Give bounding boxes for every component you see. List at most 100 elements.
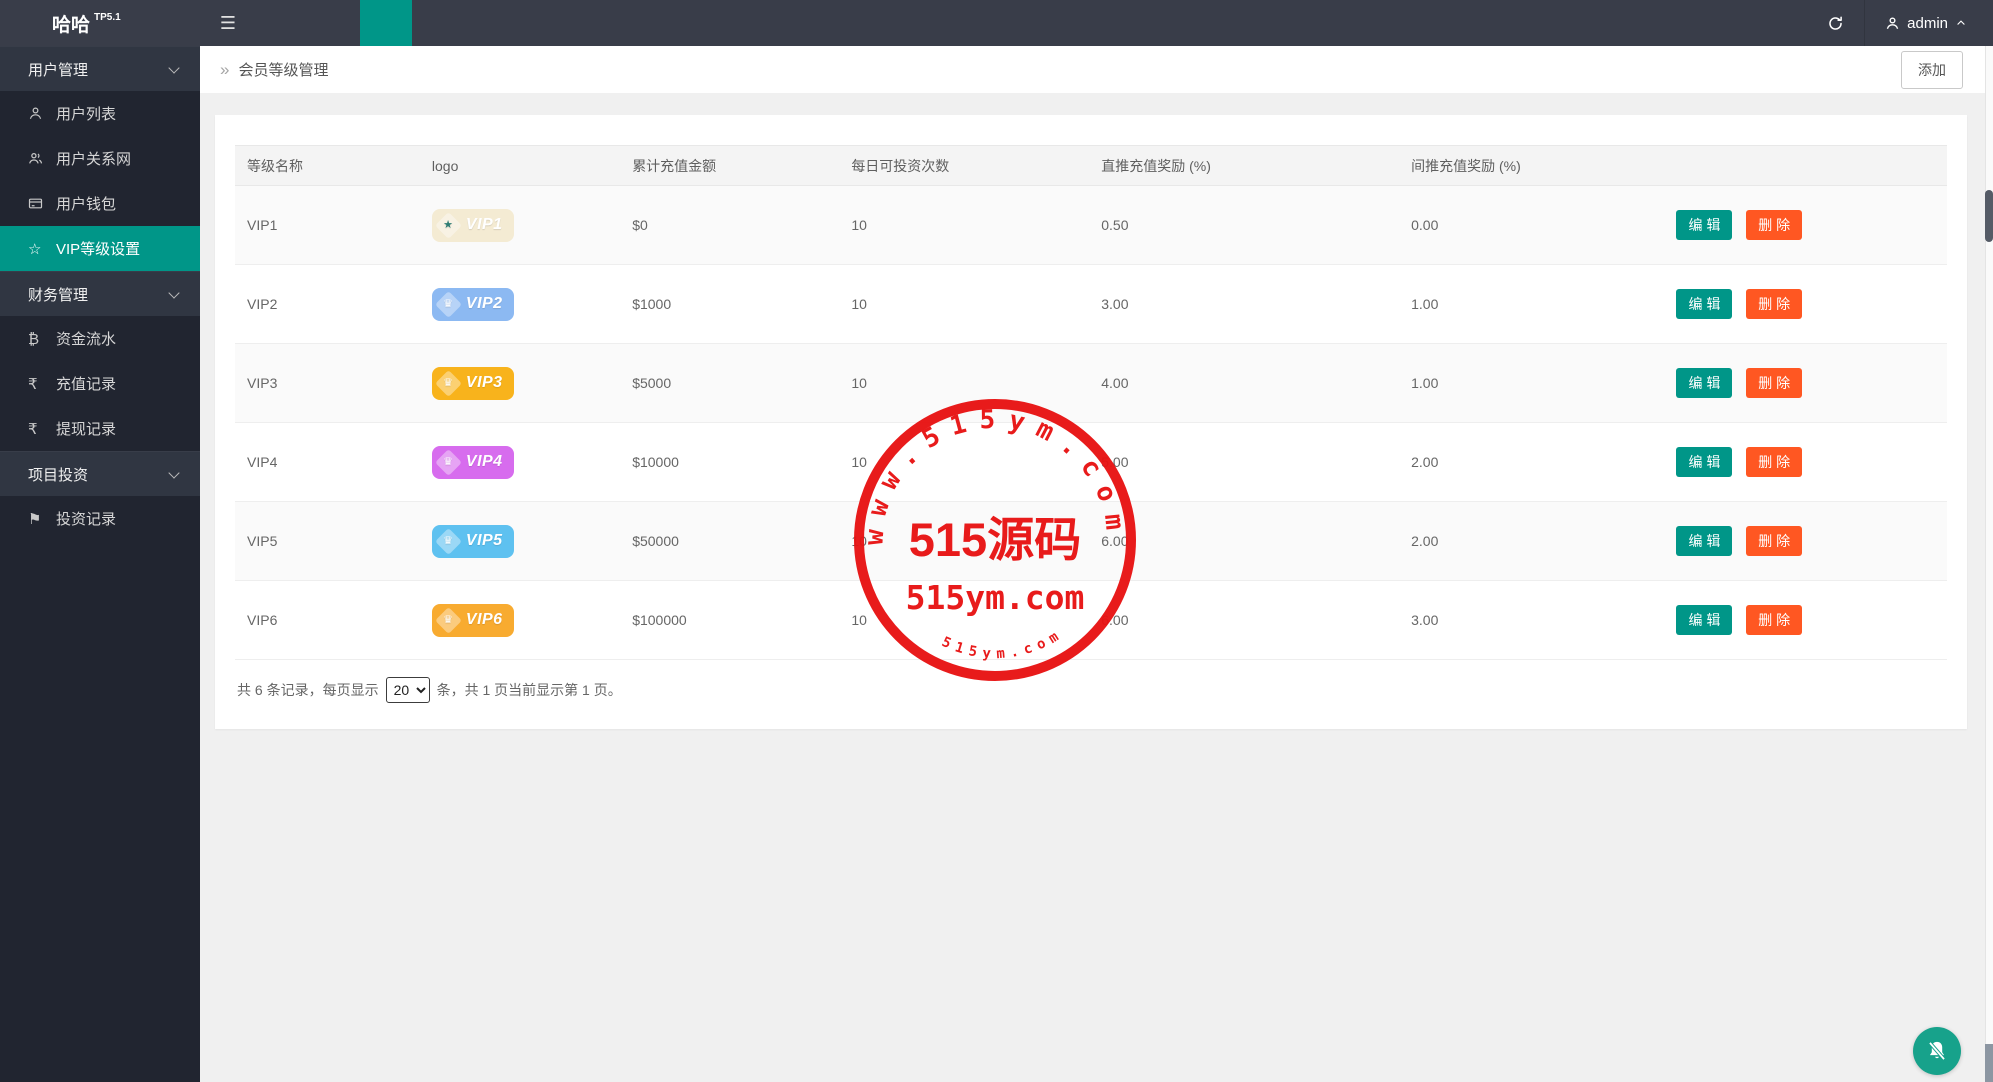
pagination: 共 6 条记录，每页显示 20 条，共 1 页当前显示第 1 页。 xyxy=(235,660,1947,711)
main-area: » 会员等级管理 添加 等级名称 logo 累计充 xyxy=(200,46,1993,1082)
table-header-row: 等级名称 logo 累计充值金额 每日可投资次数 直推充值奖励 (%) 间推充值… xyxy=(235,146,1947,186)
vip-logo-label: VIP5 xyxy=(466,532,503,550)
vip-logo-label: VIP3 xyxy=(466,374,503,392)
nav-item[interactable] xyxy=(256,0,308,46)
star-icon: ☆ xyxy=(28,240,52,258)
sidebar-item-label: 提现记录 xyxy=(56,418,116,439)
vip-logo-badge: ♛ VIP6 xyxy=(432,604,514,637)
delete-button[interactable]: 删 除 xyxy=(1746,605,1802,635)
nav-item[interactable] xyxy=(308,0,360,46)
nav-item[interactable] xyxy=(360,0,412,46)
daily-invest-times: 10 xyxy=(839,186,1089,265)
bell-slash-icon xyxy=(1924,1038,1950,1064)
scrollbar-bottom-segment xyxy=(1985,1044,1993,1082)
cumulative-recharge-amount: $50000 xyxy=(620,502,839,581)
table-row: VIP3 ♛ VIP3 $5000 10 4 xyxy=(235,344,1947,423)
sidebar-item[interactable]: 用户列表 xyxy=(0,91,200,136)
username: admin xyxy=(1907,15,1948,32)
edit-button[interactable]: 编 辑 xyxy=(1676,605,1732,635)
nav-item[interactable] xyxy=(516,0,568,46)
column-header: 等级名称 xyxy=(235,146,420,186)
level-name: VIP3 xyxy=(235,344,420,423)
layout: 用户管理 用户列表 用户关系网 用户钱包 ☆ VIP等级设置 xyxy=(0,46,1993,1082)
vip-logo-badge: ♛ VIP3 xyxy=(432,367,514,400)
cumulative-recharge-amount: $5000 xyxy=(620,344,839,423)
table-row: VIP6 ♛ VIP6 $100000 10 xyxy=(235,581,1947,660)
edit-button[interactable]: 编 辑 xyxy=(1676,289,1732,319)
breadcrumb-icon: » xyxy=(220,60,229,80)
content-area: 等级名称 logo 累计充值金额 每日可投资次数 直推充值奖励 (%) 间推充值… xyxy=(200,93,1993,1082)
sidebar-item[interactable]: ₹ 提现记录 xyxy=(0,406,200,451)
add-button[interactable]: 添加 xyxy=(1901,51,1963,89)
edit-button[interactable]: 编 辑 xyxy=(1676,526,1732,556)
sidebar-item[interactable]: 用户关系网 xyxy=(0,136,200,181)
sidebar-item-label: 用户钱包 xyxy=(56,193,116,214)
direct-recharge-reward: 3.00 xyxy=(1089,265,1399,344)
hamburger-icon[interactable]: ☰ xyxy=(200,0,256,46)
main-nav xyxy=(256,0,672,46)
sidebar-item[interactable]: ₿ 资金流水 xyxy=(0,316,200,361)
direct-recharge-reward: 0.50 xyxy=(1089,186,1399,265)
flag-icon: ⚑ xyxy=(28,510,52,528)
breadcrumb-bar: » 会员等级管理 添加 xyxy=(200,46,1993,93)
nav-item[interactable] xyxy=(412,0,464,46)
indirect-recharge-reward: 3.00 xyxy=(1399,581,1664,660)
vip-logo-badge: ★ VIP1 xyxy=(432,209,514,242)
sidebar-item[interactable]: 用户管理 xyxy=(0,46,200,91)
sidebar-item-label: 用户关系网 xyxy=(56,148,131,169)
vip-logo-badge: ♛ VIP2 xyxy=(432,288,514,321)
top-navbar: 哈哈TP5.1 ☰ admin xyxy=(0,0,1993,46)
sidebar-item-label: 用户管理 xyxy=(28,59,88,80)
edit-button[interactable]: 编 辑 xyxy=(1676,368,1732,398)
notification-bell-button[interactable] xyxy=(1913,1027,1961,1075)
direct-recharge-reward: 6.00 xyxy=(1089,502,1399,581)
sidebar-item[interactable]: ☆ VIP等级设置 xyxy=(0,226,200,271)
level-name: VIP2 xyxy=(235,265,420,344)
sidebar-item[interactable]: ₹ 充值记录 xyxy=(0,361,200,406)
sidebar-item-label: VIP等级设置 xyxy=(56,238,140,259)
crown-icon: ♛ xyxy=(435,291,462,318)
edit-button[interactable]: 编 辑 xyxy=(1676,447,1732,477)
delete-button[interactable]: 删 除 xyxy=(1746,210,1802,240)
scrollbar-thumb[interactable] xyxy=(1985,190,1993,242)
sidebar-item[interactable]: 财务管理 xyxy=(0,271,200,316)
cumulative-recharge-amount: $0 xyxy=(620,186,839,265)
delete-button[interactable]: 删 除 xyxy=(1746,289,1802,319)
wallet-icon xyxy=(28,196,52,211)
app-root: 哈哈TP5.1 ☰ admin 用户管理 xyxy=(0,0,1993,1082)
indirect-recharge-reward: 2.00 xyxy=(1399,423,1664,502)
nav-item[interactable] xyxy=(620,0,672,46)
sidebar-item[interactable]: 项目投资 xyxy=(0,451,200,496)
refresh-icon[interactable] xyxy=(1806,0,1864,46)
logo-version: TP5.1 xyxy=(94,12,121,23)
table-row: VIP2 ♛ VIP2 $1000 10 3 xyxy=(235,265,1947,344)
sidebar-item[interactable]: 用户钱包 xyxy=(0,181,200,226)
table-row: VIP5 ♛ VIP5 $50000 10 xyxy=(235,502,1947,581)
rupee-icon: ₹ xyxy=(28,375,52,393)
rupee-icon: ₹ xyxy=(28,420,52,438)
crown-icon: ♛ xyxy=(435,449,462,476)
user-menu[interactable]: admin xyxy=(1864,0,1993,46)
page-size-select[interactable]: 20 xyxy=(386,677,430,703)
daily-invest-times: 10 xyxy=(839,423,1089,502)
delete-button[interactable]: 删 除 xyxy=(1746,447,1802,477)
pagination-suffix: 条，共 1 页当前显示第 1 页。 xyxy=(437,680,622,700)
sidebar-item-label: 用户列表 xyxy=(56,103,116,124)
edit-button[interactable]: 编 辑 xyxy=(1676,210,1732,240)
delete-button[interactable]: 删 除 xyxy=(1746,368,1802,398)
column-header: logo xyxy=(420,146,620,186)
delete-button[interactable]: 删 除 xyxy=(1746,526,1802,556)
chevron-down-icon xyxy=(168,287,179,298)
indirect-recharge-reward: 2.00 xyxy=(1399,502,1664,581)
pagination-prefix: 共 6 条记录，每页显示 xyxy=(237,680,379,700)
nav-item[interactable] xyxy=(464,0,516,46)
navbar-right: admin xyxy=(1806,0,1993,46)
vip-logo-label: VIP2 xyxy=(466,295,503,313)
level-name: VIP5 xyxy=(235,502,420,581)
sidebar-item[interactable]: ⚑ 投资记录 xyxy=(0,496,200,541)
nav-item[interactable] xyxy=(568,0,620,46)
vip-logo-label: VIP4 xyxy=(466,453,503,471)
vip-logo-badge: ♛ VIP4 xyxy=(432,446,514,479)
column-header: 直推充值奖励 (%) xyxy=(1089,146,1399,186)
app-logo: 哈哈TP5.1 xyxy=(0,0,200,46)
